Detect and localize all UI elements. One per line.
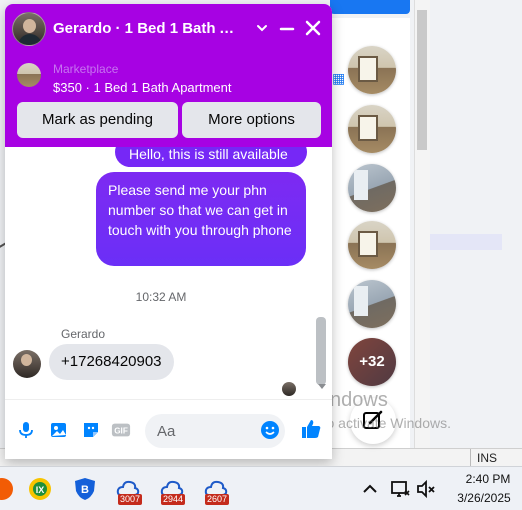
notification-badge-1: 3007	[118, 494, 143, 505]
message-composer: GIF	[5, 399, 332, 459]
chat-heads-more[interactable]: +32	[348, 338, 396, 386]
mark-as-pending-button[interactable]: Mark as pending	[17, 102, 178, 138]
speaker-muted-icon[interactable]	[414, 477, 438, 501]
browser-icon[interactable]	[0, 477, 14, 501]
emoji-icon[interactable]	[260, 420, 280, 440]
status-separator	[470, 449, 471, 467]
chat-title[interactable]: Gerardo · 1 Bed 1 Bath Apartment	[53, 20, 243, 37]
sender-avatar[interactable]	[13, 350, 41, 378]
clock-date[interactable]: 3/26/2025	[448, 491, 520, 505]
contact-avatar[interactable]	[12, 12, 46, 46]
outgoing-message-partial: Hello, this is still available	[115, 147, 307, 167]
shield-app-icon[interactable]: B	[73, 477, 97, 501]
grid-icon: ▦	[332, 70, 346, 86]
svg-text:B: B	[81, 484, 89, 496]
chat-head-2[interactable]	[348, 105, 396, 153]
incoming-message: +17268420903	[49, 344, 174, 380]
photo-icon[interactable]	[49, 420, 69, 440]
chat-head-1[interactable]	[348, 46, 396, 94]
chevron-down-icon[interactable]	[255, 21, 269, 35]
close-icon[interactable]	[303, 18, 323, 38]
seen-indicator-avatar	[282, 382, 296, 396]
listing-thumbnail[interactable]	[17, 63, 41, 87]
svg-text:IX: IX	[36, 485, 45, 495]
chat-head-5[interactable]	[348, 280, 396, 328]
windows-taskbar: IX B 3007 2944 2607 2:40 PM 3/26/2025	[0, 466, 522, 510]
like-icon[interactable]	[300, 418, 322, 440]
minimize-icon[interactable]	[279, 21, 295, 37]
chat-head-3[interactable]	[348, 164, 396, 212]
svg-text:GIF: GIF	[114, 427, 128, 436]
microphone-icon[interactable]	[16, 420, 36, 440]
status-ins-indicator: INS	[477, 451, 498, 465]
notification-badge-3: 2607	[205, 494, 230, 505]
marketplace-label: Marketplace	[53, 62, 119, 76]
message-list[interactable]: Hello, this is still available Please se…	[5, 147, 332, 399]
message-sender-name: Gerardo	[61, 327, 106, 341]
message-timestamp: 10:32 AM	[135, 290, 187, 304]
listing-title[interactable]: $350 · 1 Bed 1 Bath Apartment	[53, 80, 232, 95]
more-options-button[interactable]: More options	[182, 102, 321, 138]
chat-head-4[interactable]	[348, 221, 396, 269]
notification-badge-2: 2944	[161, 494, 186, 505]
sticker-icon[interactable]	[81, 420, 101, 440]
background-blue-button[interactable]	[330, 0, 410, 14]
scroll-down-arrow-icon[interactable]	[318, 384, 326, 389]
chat-header: Gerardo · 1 Bed 1 Bath Apartment Marketp…	[5, 4, 332, 147]
background-highlight-strip	[430, 234, 502, 250]
messenger-chat-window: Gerardo · 1 Bed 1 Bath Apartment Marketp…	[5, 4, 332, 459]
gif-icon[interactable]: GIF	[111, 420, 131, 440]
more-chats-count: +32	[348, 338, 396, 386]
page-scrollbar-thumb[interactable]	[417, 10, 427, 150]
ix-browser-icon[interactable]: IX	[28, 477, 52, 501]
chevron-up-icon[interactable]	[358, 477, 382, 501]
network-icon[interactable]	[388, 477, 412, 501]
message-scrollbar[interactable]	[316, 317, 326, 385]
clock-time[interactable]: 2:40 PM	[460, 472, 516, 486]
outgoing-message: Please send me your phn number so that w…	[96, 172, 306, 266]
